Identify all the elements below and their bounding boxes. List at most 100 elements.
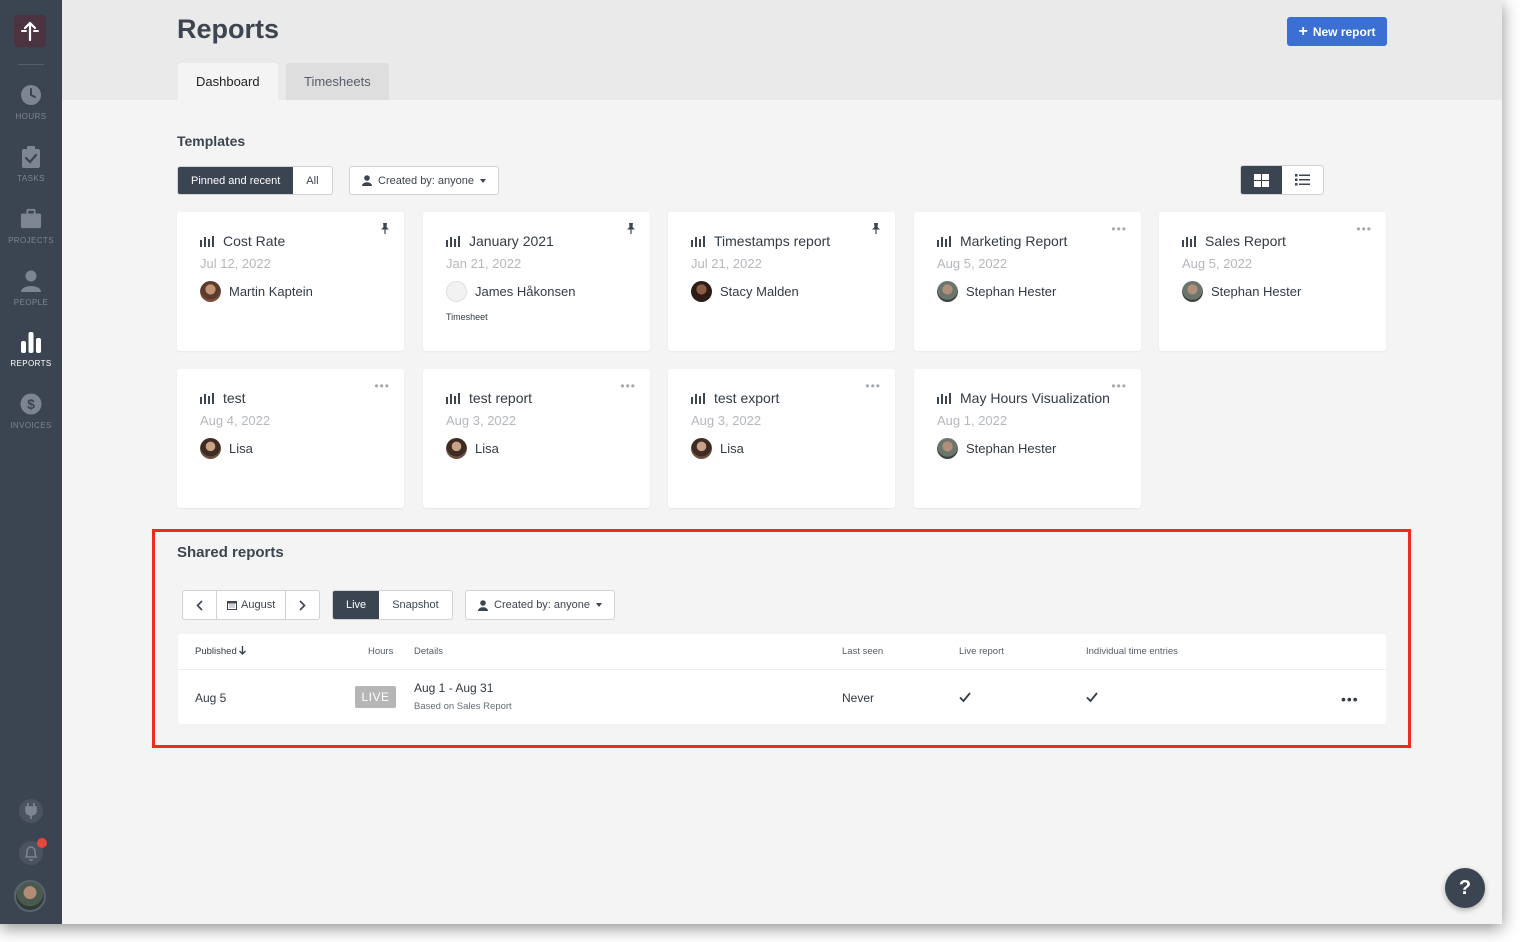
- bar-chart-icon: [446, 235, 460, 247]
- card-date: Aug 4, 2022: [200, 413, 271, 428]
- card-owner: Stephan Hester: [937, 438, 1056, 459]
- svg-text:$: $: [27, 396, 35, 412]
- template-card[interactable]: January 2021 Jan 21, 2022 James Håkonsen…: [423, 212, 650, 351]
- templates-title: Templates: [177, 133, 246, 149]
- more-options-icon[interactable]: •••: [374, 379, 390, 393]
- card-name: Sales Report: [1205, 233, 1286, 249]
- sidebar-item-projects[interactable]: PROJECTS: [0, 208, 62, 245]
- card-date: Aug 5, 2022: [1182, 256, 1253, 271]
- person-icon: [362, 175, 372, 186]
- templates-created-by-dropdown[interactable]: Created by: anyone: [349, 166, 500, 195]
- list-view-button[interactable]: [1282, 166, 1323, 194]
- avatar: [937, 281, 958, 302]
- more-options-icon[interactable]: •••: [620, 379, 636, 393]
- tab-timesheets[interactable]: Timesheets: [286, 63, 389, 100]
- avatar: [937, 438, 958, 459]
- card-title: January 2021: [446, 233, 554, 249]
- card-tag: Timesheet: [446, 312, 488, 322]
- avatar: [200, 438, 221, 459]
- sidebar-item-invoices[interactable]: $ INVOICES: [0, 393, 62, 430]
- pin-icon[interactable]: [380, 223, 390, 237]
- sidebar-item-label: TASKS: [17, 174, 45, 183]
- clipboard-check-icon: [20, 146, 42, 168]
- person-arrow-logo-icon: [21, 21, 39, 42]
- avatar: [691, 281, 712, 302]
- card-title: Sales Report: [1182, 233, 1286, 249]
- app-window: HOURS TASKS PROJECTS PEOPLE REPORTS $ IN…: [0, 0, 1502, 924]
- card-owner: Martin Kaptein: [200, 281, 313, 302]
- avatar: [446, 438, 467, 459]
- card-name: test report: [469, 390, 533, 406]
- tab-label: Timesheets: [304, 74, 371, 89]
- template-card[interactable]: Sales Report Aug 5, 2022 Stephan Hester …: [1159, 212, 1386, 351]
- sidebar-item-label: PROJECTS: [8, 236, 54, 245]
- owner-name: Stephan Hester: [1211, 284, 1302, 299]
- filter-all[interactable]: All: [293, 167, 331, 194]
- owner-name: Lisa: [720, 441, 744, 456]
- card-owner: Stacy Malden: [691, 281, 799, 302]
- sidebar-item-label: HOURS: [15, 112, 47, 121]
- card-owner: Lisa: [446, 438, 499, 459]
- person-icon: [20, 270, 42, 292]
- card-owner: Lisa: [691, 438, 744, 459]
- new-report-label: New report: [1312, 24, 1376, 39]
- avatar: [200, 281, 221, 302]
- page-title: Reports: [177, 14, 280, 44]
- more-options-icon[interactable]: •••: [1111, 379, 1127, 393]
- owner-name: Martin Kaptein: [229, 284, 313, 299]
- filter-pinned-recent[interactable]: Pinned and recent: [178, 167, 294, 194]
- template-card[interactable]: test export Aug 3, 2022 Lisa •••: [668, 369, 895, 508]
- template-card[interactable]: Cost Rate Jul 12, 2022 Martin Kaptein: [177, 212, 404, 351]
- sidebar-item-people[interactable]: PEOPLE: [0, 270, 62, 307]
- card-date: Aug 3, 2022: [691, 413, 762, 428]
- template-card[interactable]: Marketing Report Aug 5, 2022 Stephan Hes…: [914, 212, 1141, 351]
- template-card[interactable]: test report Aug 3, 2022 Lisa •••: [423, 369, 650, 508]
- card-owner: James Håkonsen: [446, 281, 575, 302]
- card-title: May Hours Visualization: [937, 390, 1110, 406]
- plug-icon[interactable]: [19, 799, 43, 823]
- card-date: Jul 12, 2022: [200, 256, 271, 271]
- sidebar: HOURS TASKS PROJECTS PEOPLE REPORTS $ IN…: [0, 0, 62, 924]
- help-button[interactable]: ?: [1445, 868, 1485, 908]
- card-name: Marketing Report: [960, 233, 1068, 249]
- pin-icon[interactable]: [871, 223, 881, 237]
- plus-icon: +: [1298, 22, 1308, 40]
- owner-name: Stephan Hester: [966, 284, 1057, 299]
- card-name: Cost Rate: [223, 233, 286, 249]
- card-name: test: [223, 390, 246, 406]
- created-by-label: Created by: anyone: [378, 174, 475, 187]
- new-report-button[interactable]: + New report: [1287, 17, 1387, 46]
- tab-dashboard[interactable]: Dashboard: [178, 63, 278, 100]
- view-mode-toggle: [1240, 165, 1324, 195]
- card-name: Timestamps report: [714, 233, 831, 249]
- sidebar-item-label: PEOPLE: [13, 298, 49, 307]
- bar-chart-icon: [446, 392, 460, 404]
- app-logo[interactable]: [14, 15, 46, 47]
- owner-name: Stephan Hester: [966, 441, 1057, 456]
- avatar: [691, 438, 712, 459]
- highlight-box: [152, 529, 1411, 748]
- bar-chart-icon: [20, 331, 42, 353]
- template-card[interactable]: Timestamps report Jul 21, 2022 Stacy Mal…: [668, 212, 895, 351]
- card-name: May Hours Visualization: [960, 390, 1110, 406]
- more-options-icon[interactable]: •••: [865, 379, 881, 393]
- sidebar-item-hours[interactable]: HOURS: [0, 84, 62, 121]
- sidebar-item-tasks[interactable]: TASKS: [0, 146, 62, 183]
- template-card[interactable]: test Aug 4, 2022 Lisa •••: [177, 369, 404, 508]
- owner-name: Lisa: [229, 441, 253, 456]
- tab-label: Dashboard: [196, 74, 260, 89]
- sidebar-item-label: INVOICES: [10, 421, 52, 430]
- grid-view-button[interactable]: [1241, 166, 1282, 194]
- pin-icon[interactable]: [626, 223, 636, 237]
- sidebar-item-reports[interactable]: REPORTS: [0, 331, 62, 368]
- more-options-icon[interactable]: •••: [1356, 222, 1372, 236]
- dollar-icon: $: [20, 393, 42, 415]
- briefcase-icon: [20, 208, 42, 230]
- bar-chart-icon: [691, 392, 705, 404]
- grid-icon: [1254, 173, 1269, 187]
- avatar: [1182, 281, 1203, 302]
- user-avatar[interactable]: [14, 880, 46, 912]
- list-icon: [1295, 174, 1310, 186]
- template-card[interactable]: May Hours Visualization Aug 1, 2022 Step…: [914, 369, 1141, 508]
- more-options-icon[interactable]: •••: [1111, 222, 1127, 236]
